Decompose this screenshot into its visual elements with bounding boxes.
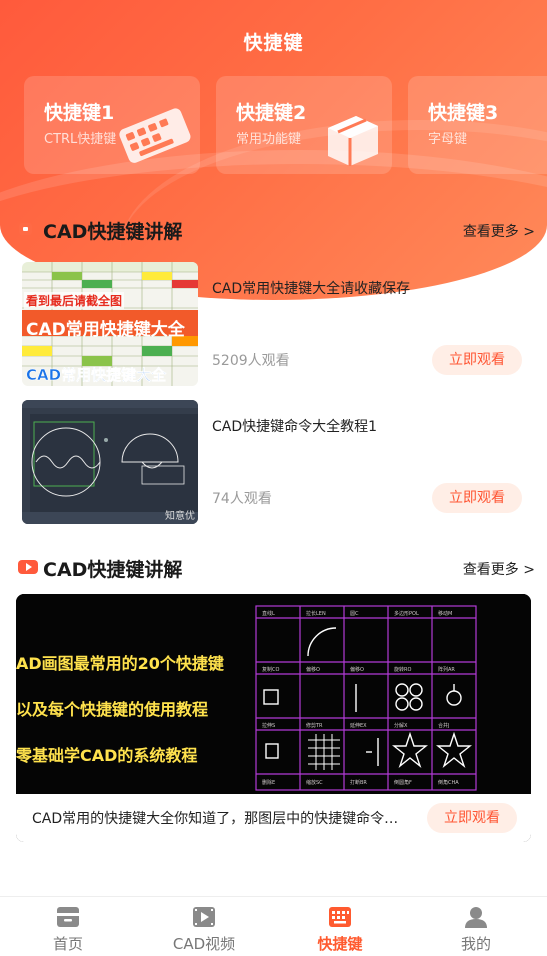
section-title: CAD快捷键讲解: [43, 221, 183, 243]
section-icon: [19, 223, 32, 235]
featured-caption-bar: CAD常用的快捷键大全你知道了，那图层中的快捷键命令… 立即观看: [16, 794, 531, 842]
view-more-link[interactable]: 查看更多 >: [463, 559, 535, 579]
section-header-2: CAD快捷键讲解 查看更多 >: [0, 552, 547, 582]
keyboard-icon: [119, 108, 191, 163]
user-icon: [465, 907, 487, 928]
card-shortcut-2[interactable]: 快捷键2 常用功能键: [216, 76, 392, 174]
thumb-watermark: 知意优: [165, 511, 195, 522]
feature-line-3: 零基础学CAD的系统教程: [16, 746, 198, 765]
card-subtitle: CTRL快捷键: [44, 132, 117, 147]
video-item[interactable]: 知意优 CAD快捷键命令大全教程1 74人观看 立即观看: [22, 400, 528, 524]
video-title[interactable]: CAD快捷键命令大全教程1: [212, 416, 377, 436]
tab-label: 首页: [52, 935, 83, 953]
page-title: 快捷键: [243, 32, 304, 54]
watch-now-button[interactable]: 立即观看: [432, 483, 522, 513]
svg-text:拉伸S: 拉伸S: [262, 722, 275, 729]
thumb-caption-main: CAD常用快捷键大全: [26, 320, 185, 340]
tab-label: CAD视频: [172, 935, 236, 953]
card-title: 快捷键3: [428, 102, 499, 124]
svg-text:分解X: 分解X: [394, 722, 408, 729]
svg-text:修剪TR: 修剪TR: [306, 722, 323, 729]
video-thumbnail[interactable]: 看到最后请截全图 CAD常用快捷键大全 CAD常用快捷键大全: [22, 262, 198, 386]
svg-text:打断BR: 打断BR: [350, 779, 367, 786]
svg-text:多边形POL: 多边形POL: [394, 610, 419, 617]
svg-text:直线L: 直线L: [262, 610, 275, 617]
watch-now-button[interactable]: 立即观看: [427, 803, 517, 833]
svg-text:倒角CHA: 倒角CHA: [438, 779, 459, 786]
card-shortcut-1[interactable]: 快捷键1 CTRL快捷键: [24, 76, 200, 174]
svg-text:合并J: 合并J: [438, 722, 449, 729]
tab-home[interactable]: 首页: [0, 897, 136, 956]
card-subtitle: 字母键: [428, 132, 468, 147]
svg-text:拉长LEN: 拉长LEN: [306, 610, 326, 617]
thumb-caption-bottom: CAD常用快捷键大全: [26, 366, 167, 385]
section-header-1: CAD快捷键讲解 查看更多 >: [0, 214, 547, 244]
function-key-icon: [328, 116, 378, 166]
thumb-caption-top: 看到最后请截全图: [24, 292, 125, 309]
play-icon: [18, 560, 38, 574]
view-more-link[interactable]: 查看更多 >: [463, 221, 535, 241]
card-shortcut-3[interactable]: 快捷键3 字母键: [408, 76, 547, 174]
bottom-tab-bar: 首页 CAD视频 快捷键 我的: [0, 896, 547, 956]
video-thumbnail[interactable]: 知意优: [22, 400, 198, 524]
svg-text:偏移O: 偏移O: [306, 666, 320, 673]
svg-text:删除E: 删除E: [262, 779, 275, 786]
svg-text:阵列AR: 阵列AR: [438, 666, 455, 673]
svg-text:圆C: 圆C: [350, 611, 359, 617]
svg-text:旋转RO: 旋转RO: [394, 666, 411, 673]
video-icon: [193, 907, 215, 927]
tab-cad-video[interactable]: CAD视频: [136, 897, 272, 956]
svg-text:缩放SC: 缩放SC: [306, 779, 323, 786]
tab-label: 我的: [460, 935, 491, 953]
cad-drawing-thumbnail: [22, 400, 198, 524]
svg-text:倒圆角F: 倒圆角F: [394, 779, 412, 786]
featured-caption[interactable]: CAD常用的快捷键大全你知道了，那图层中的快捷键命令…: [32, 808, 412, 828]
video-item[interactable]: 看到最后请截全图 CAD常用快捷键大全 CAD常用快捷键大全 CAD常用快捷键大…: [22, 262, 528, 386]
keyboard-icon: [329, 907, 351, 927]
view-count: 5209人观看: [212, 353, 290, 369]
card-title: 快捷键2: [236, 102, 307, 124]
video-title[interactable]: CAD常用快捷键大全请收藏保存: [212, 278, 410, 298]
feature-line-2: 以及每个快捷键的使用教程: [16, 700, 209, 719]
svg-text:移动M: 移动M: [438, 610, 452, 617]
svg-text:复制CO: 复制CO: [262, 666, 279, 673]
watch-now-button[interactable]: 立即观看: [432, 345, 522, 375]
svg-text:偏移O: 偏移O: [350, 666, 364, 673]
shortcut-cards: 快捷键1 CTRL快捷键 快捷键2 常用功能键 快捷键3 字母键: [24, 76, 547, 176]
svg-text:延伸EX: 延伸EX: [350, 722, 367, 729]
card-subtitle: 常用功能键: [236, 132, 302, 147]
section-title: CAD快捷键讲解: [43, 559, 183, 581]
view-count: 74人观看: [212, 491, 272, 507]
feature-line-1: AD画图最常用的20个快捷键: [16, 654, 224, 673]
tab-label: 快捷键: [317, 935, 363, 953]
home-icon: [57, 907, 79, 927]
featured-video-card[interactable]: 直线L 拉长LEN 圆C 多边形POL 移动M 复制CO 偏移O 偏移O 旋转RO 阵列AR…: [16, 594, 531, 842]
tab-shortcuts[interactable]: 快捷键: [272, 897, 408, 956]
tab-mine[interactable]: 我的: [408, 897, 544, 956]
card-title: 快捷键1: [44, 102, 115, 124]
